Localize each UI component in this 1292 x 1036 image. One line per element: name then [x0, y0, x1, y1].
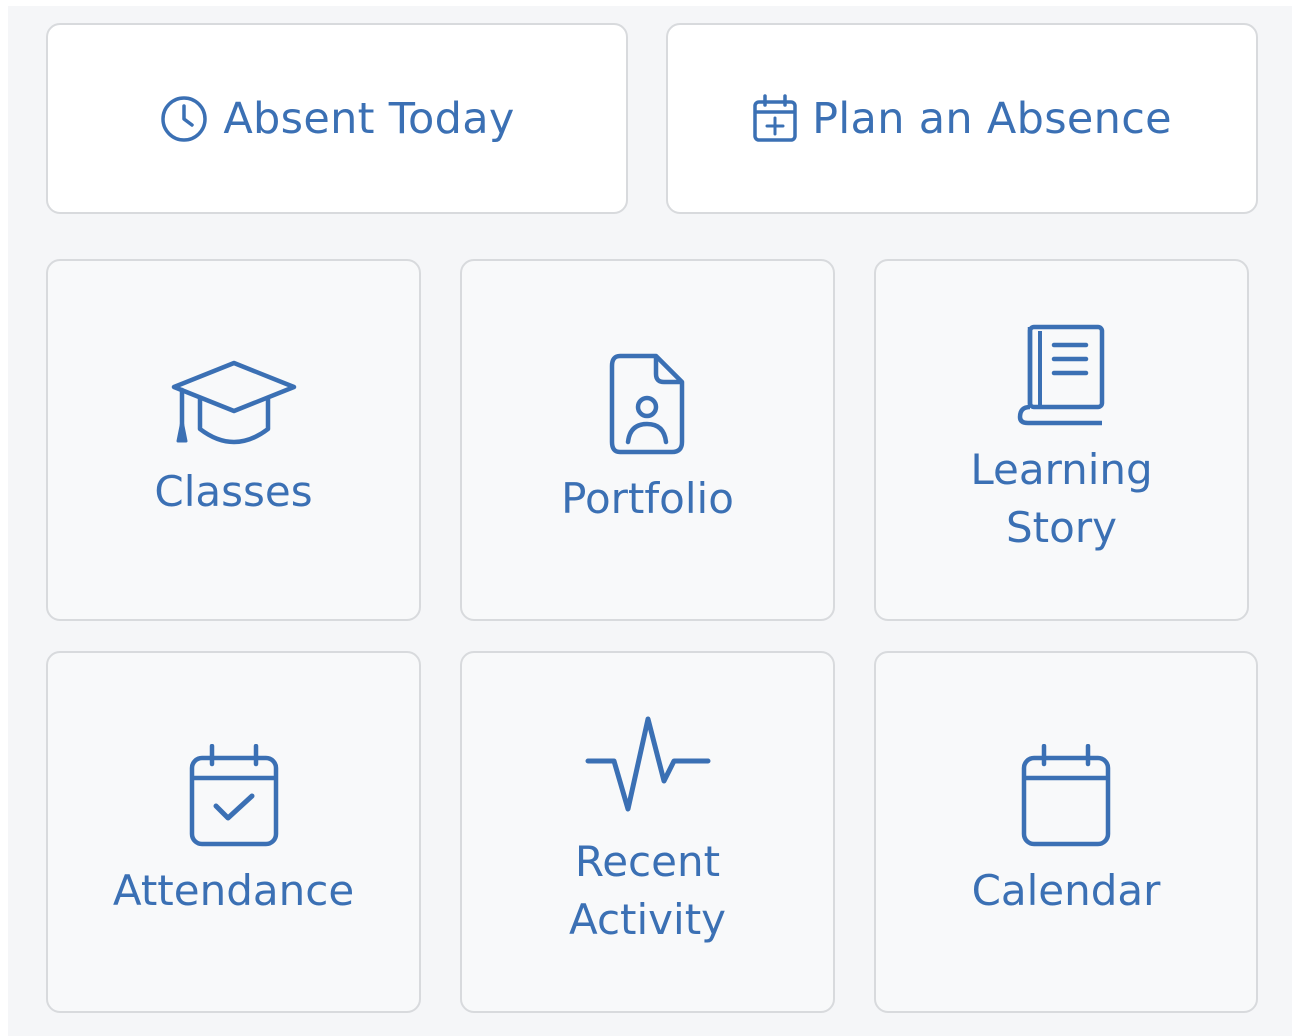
activity-pulse-icon: [584, 715, 712, 819]
calendar-plus-icon: [752, 94, 798, 144]
portfolio-label: Portfolio: [561, 474, 734, 523]
portfolio-document-icon: [608, 352, 688, 456]
absent-today-button[interactable]: Absent Today: [46, 23, 628, 214]
calendar-check-icon: [188, 744, 280, 848]
attendance-label: Attendance: [112, 866, 355, 915]
learning-story-label: Learning Story: [970, 445, 1153, 552]
calendar-label: Calendar: [971, 866, 1161, 915]
absent-today-content: Absent Today: [159, 94, 514, 144]
clock-icon: [159, 94, 209, 144]
book-icon: [1016, 323, 1108, 427]
absent-today-label: Absent Today: [223, 93, 515, 144]
plan-an-absence-button[interactable]: Plan an Absence: [666, 23, 1258, 214]
portfolio-tile[interactable]: Portfolio: [460, 259, 835, 621]
attendance-tile[interactable]: Attendance: [46, 651, 421, 1013]
graduation-cap-icon: [170, 359, 298, 449]
recent-activity-label: Recent Activity: [568, 837, 727, 944]
plan-an-absence-label: Plan an Absence: [812, 93, 1172, 144]
classes-label: Classes: [154, 467, 313, 516]
calendar-icon: [1020, 744, 1112, 848]
classes-tile[interactable]: Classes: [46, 259, 421, 621]
plan-an-absence-content: Plan an Absence: [752, 94, 1172, 144]
recent-activity-tile[interactable]: Recent Activity: [460, 651, 835, 1013]
learning-story-tile[interactable]: Learning Story: [874, 259, 1249, 621]
calendar-tile[interactable]: Calendar: [874, 651, 1258, 1013]
